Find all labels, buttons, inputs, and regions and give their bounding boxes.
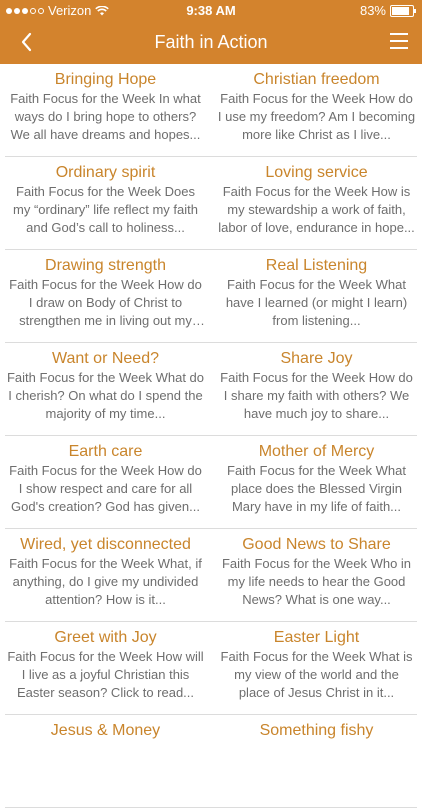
article-title: Drawing strength — [45, 257, 166, 274]
article-summary: Faith Focus for the Week How do I show r… — [9, 463, 202, 514]
article-summary: Faith Focus for the Week Does my “ordina… — [13, 184, 198, 235]
article-item[interactable]: Greet with Joy Faith Focus for the Week H… — [0, 622, 211, 715]
article-item[interactable]: Jesus & Money — [0, 715, 211, 808]
article-summary — [6, 741, 205, 795]
article-title: Bringing Hope — [54, 71, 157, 88]
grid-row: Wired, yet disconnected Faith Focus for t… — [0, 529, 422, 622]
article-summary: Faith Focus for the Week How do I use my… — [217, 91, 416, 142]
article-title: Want or Need? — [51, 350, 159, 367]
article-summary: Faith Focus for the Week Who in my life … — [221, 556, 412, 607]
status-time: 9:38 AM — [186, 3, 236, 18]
article-summary: Faith Focus for the Week What, if anythi… — [9, 556, 202, 607]
article-title: Easter Light — [273, 629, 360, 646]
article-summary: Faith Focus for the Week What place does… — [227, 463, 406, 514]
article-title: Jesus & Money — [50, 722, 161, 739]
article-item[interactable]: Want or Need? Faith Focus for the Week Wh… — [0, 343, 211, 436]
article-title: Greet with Joy — [54, 629, 157, 646]
article-item[interactable]: Mother of Mercy Faith Focus for the Week … — [211, 436, 422, 529]
article-item[interactable]: Real Listening Faith Focus for the Week W… — [211, 250, 422, 343]
article-item[interactable]: Good News to Share Faith Focus for the We… — [211, 529, 422, 622]
article-title: Loving service — [265, 164, 368, 181]
article-title: Wired, yet disconnected — [20, 536, 191, 553]
article-item[interactable]: Wired, yet disconnected Faith Focus for t… — [0, 529, 211, 622]
article-item[interactable]: Something fishy — [211, 715, 422, 808]
article-summary: Faith Focus for the Week How do I draw o… — [9, 277, 202, 328]
page-title: Faith in Action — [154, 32, 268, 52]
article-item[interactable]: Drawing strength Faith Focus for the Week… — [0, 250, 211, 343]
grid-row: Want or Need? Faith Focus for the Week Wh… — [0, 343, 422, 436]
article-summary: Faith Focus for the Week What is my view… — [220, 649, 413, 700]
hamburger-menu-icon[interactable] — [390, 33, 408, 49]
article-summary — [217, 741, 416, 795]
article-summary: Faith Focus for the Week What do I cheri… — [6, 370, 204, 421]
grid-row: Greet with Joy Faith Focus for the Week H… — [0, 622, 422, 715]
article-title: Ordinary spirit — [55, 164, 156, 181]
article-title: Mother of Mercy — [258, 443, 375, 460]
article-summary: Faith Focus for the Week In what ways do… — [10, 91, 201, 142]
article-summary: Faith Focus for the Week How do I share … — [220, 370, 413, 421]
grid-row: Ordinary spirit Faith Focus for the Week … — [0, 157, 422, 250]
article-item[interactable]: Easter Light Faith Focus for the Week Wha… — [211, 622, 422, 715]
grid-row: Earth care Faith Focus for the Week How d… — [0, 436, 422, 529]
article-title: Real Listening — [265, 257, 368, 274]
battery-percent: 83% — [359, 3, 386, 18]
grid-row: Drawing strength Faith Focus for the Week… — [0, 250, 422, 343]
navigation-bar: Faith in Action — [0, 22, 422, 64]
article-summary: Faith Focus for the Week How will I live… — [7, 649, 204, 700]
article-item[interactable]: Earth care Faith Focus for the Week How d… — [0, 436, 211, 529]
article-item[interactable]: Christian freedom Faith Focus for the Wee… — [211, 64, 422, 157]
article-title: Earth care — [68, 443, 143, 460]
article-item[interactable]: Loving service Faith Focus for the Week H… — [211, 157, 422, 250]
battery-area: 83% — [359, 3, 416, 18]
article-grid: Bringing Hope Faith Focus for the Week In… — [0, 64, 422, 808]
article-summary: Faith Focus for the Week What have I lea… — [225, 277, 408, 328]
article-summary: Faith Focus for the Week How is my stewa… — [218, 184, 415, 235]
article-item[interactable]: Ordinary spirit Faith Focus for the Week … — [0, 157, 211, 250]
article-title: Good News to Share — [242, 536, 391, 553]
article-title: Share Joy — [280, 350, 353, 367]
battery-icon — [390, 4, 416, 17]
grid-row: Bringing Hope Faith Focus for the Week In… — [0, 64, 422, 157]
article-item[interactable]: Bringing Hope Faith Focus for the Week In… — [0, 64, 211, 157]
article-title: Christian freedom — [253, 71, 380, 88]
article-item[interactable]: Share Joy Faith Focus for the Week How do… — [211, 343, 422, 436]
grid-row: Jesus & Money Something fishy — [0, 715, 422, 808]
article-title: Something fishy — [259, 722, 374, 739]
status-bar: Verizon 9:38 AM 83% — [0, 0, 422, 22]
